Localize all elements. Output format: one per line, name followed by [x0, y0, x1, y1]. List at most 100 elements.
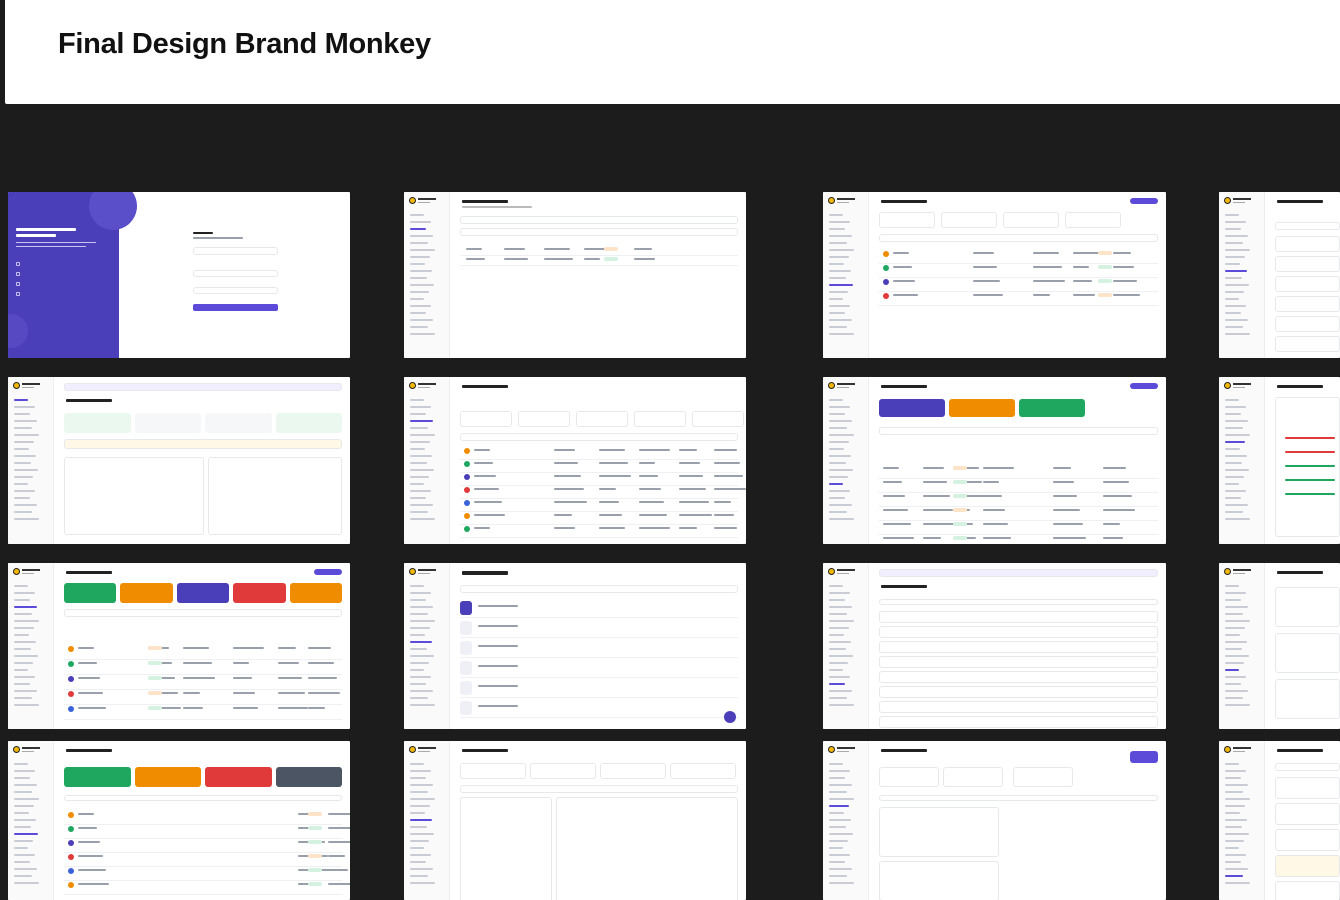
table-cell [883, 481, 902, 483]
frame-request-inbox[interactable] [404, 192, 746, 358]
table-cell [923, 523, 956, 525]
sidebar-item [829, 620, 854, 622]
meeting-card [1275, 336, 1340, 352]
checklist-item [1285, 437, 1335, 439]
sidebar-item [410, 599, 426, 601]
frame-employee-directory[interactable] [8, 563, 350, 729]
avatar [68, 882, 74, 888]
frame-dashboard[interactable] [8, 377, 350, 544]
table-cell [1053, 481, 1074, 483]
sidebar-item [829, 312, 845, 314]
logo-icon [1224, 746, 1231, 753]
sidebar-item [1225, 868, 1248, 870]
stat-card [289, 583, 342, 603]
sidebar-item [410, 448, 425, 450]
onboarding-panel [1275, 397, 1340, 537]
logo-subtext [837, 202, 849, 203]
frame-meetings[interactable] [404, 563, 746, 729]
table-cell [983, 537, 1011, 539]
empty-preview-panel [556, 797, 738, 900]
sidebar-item [1225, 298, 1239, 300]
frame-holiday-calendar[interactable] [823, 741, 1166, 900]
tab-bar [1275, 763, 1340, 771]
checklist-item [1285, 451, 1335, 453]
sidebar-item [410, 847, 424, 849]
frame-client-directory[interactable] [823, 377, 1166, 544]
frame-minutes-of-meeting-2[interactable] [404, 741, 746, 900]
sidebar-item [1225, 497, 1241, 499]
frame-onboarding[interactable] [1219, 377, 1340, 544]
avatar [68, 840, 74, 846]
table-cell [883, 537, 914, 539]
table-cell [679, 501, 709, 503]
frame-minutes-of-meeting[interactable] [1219, 192, 1340, 358]
permission-card [1275, 881, 1340, 900]
frame-attendance-overview[interactable] [404, 377, 746, 544]
table-cell [639, 514, 667, 516]
table-cell [983, 495, 1002, 497]
table-cell [639, 475, 658, 477]
frame-team-structure[interactable] [1219, 563, 1340, 729]
table-cell [278, 692, 305, 694]
stat-card [1013, 767, 1073, 787]
table-cell [983, 467, 1014, 469]
sidebar-item [410, 214, 424, 216]
table-cell [1033, 252, 1059, 254]
sidebar-item [14, 875, 32, 877]
frame-notifications[interactable] [823, 563, 1166, 729]
avatar [464, 487, 470, 493]
status-badge [953, 494, 967, 498]
status-badge [953, 522, 967, 526]
table-cell [1053, 509, 1080, 511]
sidebar-item [1225, 455, 1247, 457]
sidebar-item [1225, 504, 1248, 506]
sidebar [823, 192, 869, 358]
table-cell [233, 677, 252, 679]
sidebar-item [829, 249, 854, 251]
sidebar-item [14, 662, 33, 664]
logo-text [22, 383, 40, 385]
table-cell [544, 248, 570, 250]
frame-sign-in[interactable] [8, 192, 350, 358]
feature-icon [16, 292, 20, 296]
table-cell [308, 647, 331, 649]
sidebar-item [1225, 291, 1244, 293]
sidebar-item [1225, 284, 1249, 286]
sidebar-item [1225, 847, 1239, 849]
decor-circle [8, 314, 28, 348]
notification-item [879, 701, 1158, 713]
sidebar-item [1225, 434, 1250, 436]
table-cell [78, 813, 94, 815]
alerts-row [64, 439, 342, 449]
table-cell [544, 258, 573, 260]
sidebar-item [410, 826, 427, 828]
frame-roles-permissions[interactable] [1219, 741, 1340, 900]
decor-circle [89, 192, 137, 230]
table-cell [1033, 266, 1062, 268]
logo-icon [828, 197, 835, 204]
sidebar-item [14, 455, 36, 457]
page-heading [462, 749, 508, 752]
sidebar-item [1225, 690, 1248, 692]
sidebar-item [829, 861, 845, 863]
table-cell [1103, 481, 1129, 483]
logo-text [418, 569, 436, 571]
table-row [460, 537, 738, 538]
table-cell [599, 527, 625, 529]
stat-card [943, 767, 1003, 787]
sidebar-item [1225, 784, 1248, 786]
sidebar-item [829, 399, 843, 401]
sidebar-item [1225, 641, 1247, 643]
frame-tasks[interactable] [823, 192, 1166, 358]
page-heading [1277, 571, 1323, 574]
logo-subtext [418, 387, 430, 388]
avatar [68, 854, 74, 860]
sidebar-item [829, 497, 845, 499]
stat-card [879, 212, 935, 228]
page-heading [1277, 385, 1323, 388]
frame-daily-logs[interactable] [8, 741, 350, 900]
filter-bar [64, 609, 342, 617]
sidebar-item [829, 599, 845, 601]
status-badge [953, 536, 967, 540]
logo-text [22, 747, 40, 749]
